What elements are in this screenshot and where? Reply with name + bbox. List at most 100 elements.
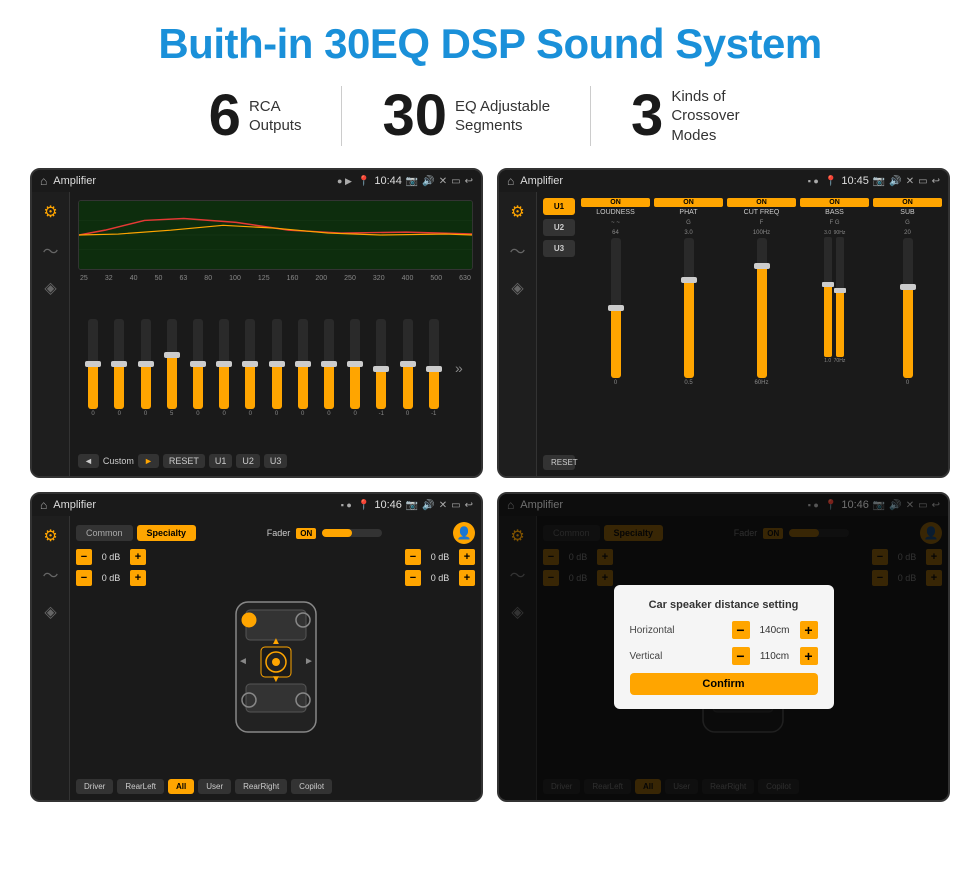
db-rr-minus[interactable]: − [405, 570, 421, 586]
tab-common[interactable]: Common [76, 525, 133, 541]
eq-play-btn[interactable]: ► [138, 454, 159, 468]
eq-reset-btn[interactable]: RESET [163, 454, 205, 468]
cutfreq-col: 100Hz 60Hz [727, 230, 796, 470]
phat-slider[interactable] [684, 238, 694, 378]
crossover-screen: ⌂ Amplifier ▪ ● 📍 10:45 📷 🔊 ✕ ▭ ↩ ⚙ 〜 ◈ [497, 168, 950, 478]
eq-slider-9[interactable]: 0 [324, 319, 334, 417]
confirm-button[interactable]: Confirm [630, 673, 818, 695]
close-icon-2: ✕ [906, 176, 914, 187]
dialog-horizontal-row: Horizontal − 140cm + [630, 621, 818, 639]
btn-rearright[interactable]: RearRight [235, 779, 287, 794]
eq-slider-12[interactable]: 0 [403, 319, 413, 417]
speaker-layout: − 0 dB + − 0 dB + [76, 549, 475, 774]
back-icon-2: ↩ [932, 176, 940, 187]
eq-slider-0[interactable]: 0 [88, 319, 98, 417]
btn-copilot[interactable]: Copilot [291, 779, 332, 794]
ch-on-bass: ON [800, 198, 869, 207]
db-fr-minus[interactable]: − [405, 549, 421, 565]
channel-sliders-row: 64 0 3.0 [581, 230, 942, 470]
btn-all[interactable]: All [168, 779, 194, 794]
eq-u2-btn[interactable]: U2 [236, 454, 260, 468]
db-rl-minus[interactable]: − [76, 570, 92, 586]
wave-icon-3[interactable]: 〜 [42, 562, 58, 586]
btn-rearleft[interactable]: RearLeft [117, 779, 164, 794]
speaker-tabs: Common Specialty [76, 525, 196, 541]
stat-crossover-number: 3 [631, 87, 663, 145]
profile-icon[interactable]: 👤 [453, 522, 475, 544]
svg-text:◄: ◄ [238, 656, 248, 667]
location-icon-1: 📍 [358, 176, 370, 187]
fader-track[interactable] [322, 529, 382, 537]
app-name-3: Amplifier [53, 499, 334, 511]
eq-controls: ◄ Custom ► RESET U1 U2 U3 [78, 454, 473, 468]
db-row-fl: − 0 dB + [76, 549, 146, 565]
db-fl-value: 0 dB [96, 552, 126, 562]
eq-slider-7[interactable]: 0 [272, 319, 282, 417]
eq-slider-2[interactable]: 0 [141, 319, 151, 417]
eq-icon-2[interactable]: ⚙ [510, 202, 524, 222]
cutfreq-slider[interactable] [757, 238, 767, 378]
dialog-vertical-plus[interactable]: + [800, 647, 818, 665]
speaker-icon-3[interactable]: ◈ [44, 602, 56, 622]
ch-on-phat: ON [654, 198, 723, 207]
db-fl-plus[interactable]: + [130, 549, 146, 565]
eq-slider-4[interactable]: 0 [193, 319, 203, 417]
dialog-vertical-row: Vertical − 110cm + [630, 647, 818, 665]
crossover-presets: U1 U2 U3 RESET [543, 198, 575, 470]
dialog-horizontal-minus[interactable]: − [732, 621, 750, 639]
phat-top: 3.0 [684, 230, 692, 236]
dialog-vertical-minus[interactable]: − [732, 647, 750, 665]
speaker-setup-content: ⚙ 〜 ◈ Common Specialty Fader ON [32, 516, 481, 800]
loudness-top: 64 [612, 230, 619, 236]
crossover-screen-content: ⚙ 〜 ◈ U1 U2 U3 RESET [499, 192, 948, 476]
home-icon-1[interactable]: ⌂ [40, 174, 47, 188]
dot-indicator-1: ● ▶ [337, 176, 352, 187]
eq-icon[interactable]: ⚙ [43, 202, 57, 222]
home-icon-2[interactable]: ⌂ [507, 174, 514, 188]
eq-u1-btn[interactable]: U1 [209, 454, 233, 468]
home-icon-3[interactable]: ⌂ [40, 498, 47, 512]
eq-slider-10[interactable]: 0 [350, 319, 360, 417]
tab-specialty[interactable]: Specialty [137, 525, 197, 541]
wave-icon[interactable]: 〜 [42, 238, 58, 262]
db-fr-plus[interactable]: + [459, 549, 475, 565]
db-fl-minus[interactable]: − [76, 549, 92, 565]
preset-u1[interactable]: U1 [543, 198, 575, 215]
wave-icon-2[interactable]: 〜 [509, 238, 525, 262]
btn-driver[interactable]: Driver [76, 779, 113, 794]
speaker-icon-2[interactable]: ◈ [511, 278, 523, 298]
stat-eq: 30 EQ AdjustableSegments [342, 87, 590, 145]
loudness-col: 64 0 [581, 230, 650, 470]
loudness-slider[interactable] [611, 238, 621, 378]
fader-row: Fader ON [267, 528, 383, 539]
eq-u3-btn[interactable]: U3 [264, 454, 288, 468]
btn-user[interactable]: User [198, 779, 231, 794]
eq-slider-8[interactable]: 0 [298, 319, 308, 417]
eq-slider-expand[interactable]: » [455, 360, 463, 376]
db-rr-plus[interactable]: + [459, 570, 475, 586]
eq-icon-3[interactable]: ⚙ [43, 526, 57, 546]
volume-icon-1: 🔊 [422, 176, 434, 187]
eq-slider-13[interactable]: -1 [429, 319, 439, 417]
db-rl-plus[interactable]: + [130, 570, 146, 586]
speaker-icon[interactable]: ◈ [44, 278, 56, 298]
crossover-main: U1 U2 U3 RESET ON LOUDNESS [537, 192, 948, 476]
preset-u2[interactable]: U2 [543, 219, 575, 236]
ch-sub: ON SUB [873, 198, 942, 216]
status-icons-2: 📍 10:45 📷 🔊 ✕ ▭ ↩ [825, 175, 940, 187]
eq-slider-5[interactable]: 0 [219, 319, 229, 417]
sublabel-2: G [654, 220, 723, 226]
crossover-reset-btn[interactable]: RESET [543, 455, 575, 470]
eq-slider-11[interactable]: -1 [376, 319, 386, 417]
preset-u3[interactable]: U3 [543, 240, 575, 257]
ch-label-bass: BASS [800, 209, 869, 216]
dialog-horizontal-plus[interactable]: + [800, 621, 818, 639]
svg-text:►: ► [304, 656, 314, 667]
eq-slider-3[interactable]: 5 [167, 319, 177, 417]
eq-slider-1[interactable]: 0 [114, 319, 124, 417]
sub-slider[interactable] [903, 238, 913, 378]
eq-slider-6[interactable]: 0 [245, 319, 255, 417]
eq-prev-btn[interactable]: ◄ [78, 454, 99, 468]
ch-label-sub: SUB [873, 209, 942, 216]
eq-main: 25 32 40 50 63 80 100 125 160 200 250 32… [70, 192, 481, 476]
